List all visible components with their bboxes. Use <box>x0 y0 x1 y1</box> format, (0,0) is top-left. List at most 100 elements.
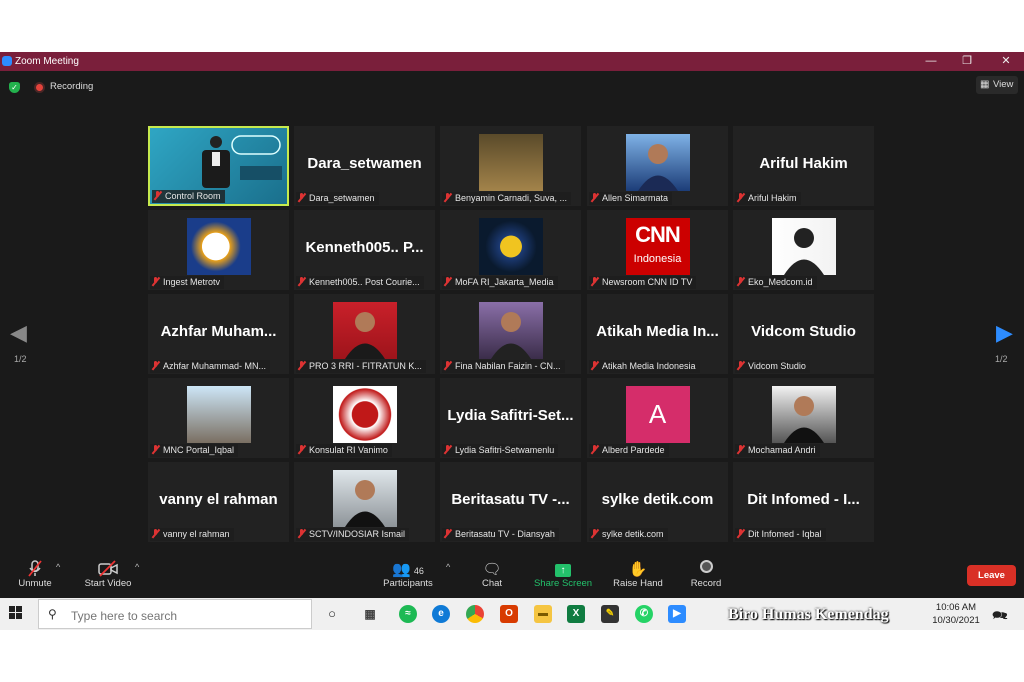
zoom-taskbar-icon[interactable]: ▶ <box>668 605 686 623</box>
participant-photo <box>186 386 251 443</box>
muted-mic-icon <box>152 277 159 286</box>
active-speaker-tile[interactable]: Control Room <box>148 126 289 206</box>
view-button[interactable]: ▦ View <box>976 76 1018 94</box>
participant-tile[interactable]: Dit Infomed - I... Dit Infomed - Iqbal <box>733 462 874 542</box>
participant-tile[interactable]: CNN Indonesia Newsroom CNN ID TV <box>587 210 728 290</box>
participant-name-display: Beritasatu TV -... <box>451 491 570 508</box>
video-options-chevron-icon[interactable]: ^ <box>135 562 139 572</box>
cortana-icon[interactable]: ○ <box>323 605 341 623</box>
windows-start-icon[interactable] <box>9 606 23 620</box>
participant-name-label: Alberd Pardede <box>589 444 669 457</box>
participant-photo <box>625 134 690 191</box>
chrome-icon[interactable] <box>466 605 484 623</box>
muted-mic-icon <box>737 361 744 370</box>
edge-icon[interactable]: e <box>432 605 450 623</box>
unmute-button[interactable]: Unmute <box>14 560 56 589</box>
participant-name-label: Lydia Safitri-Setwamenlu <box>442 444 559 457</box>
participant-name-display: Ariful Hakim <box>759 155 848 172</box>
participant-tile[interactable]: Azhfar Muham... Azhfar Muhammad- MN... <box>148 294 289 374</box>
participant-photo <box>332 302 397 359</box>
participant-name-label: Control Room <box>152 190 225 203</box>
participant-tile[interactable]: Allen Simarmata <box>587 126 728 206</box>
participant-tile[interactable]: Ariful Hakim Ariful Hakim <box>733 126 874 206</box>
file-explorer-icon[interactable]: ▬ <box>534 605 552 623</box>
leave-button[interactable]: Leave <box>967 565 1016 586</box>
participant-name-display: Lydia Safitri-Set... <box>447 407 574 424</box>
participant-tile[interactable]: Konsulat RI Vanimo <box>294 378 435 458</box>
participant-name-label: Vidcom Studio <box>735 360 810 373</box>
participant-photo <box>186 218 251 275</box>
taskbar-search-box[interactable]: ⚲ <box>38 599 312 629</box>
avatar: A <box>625 386 690 443</box>
participant-tile[interactable]: PRO 3 RRI - FITRATUN K... <box>294 294 435 374</box>
record-button[interactable]: Record <box>686 560 726 589</box>
next-page-icon[interactable]: ▶ <box>996 320 1013 346</box>
previous-page-icon[interactable]: ◀ <box>10 320 27 346</box>
participant-name-label: SCTV/INDOSIAR Ismail <box>296 528 410 541</box>
participant-tile[interactable]: Vidcom Studio Vidcom Studio <box>733 294 874 374</box>
share-screen-button[interactable]: ↑ Share Screen <box>532 560 594 589</box>
participant-name-label: Ariful Hakim <box>735 192 801 205</box>
participant-name-label: Kenneth005.. Post Courie... <box>296 276 424 289</box>
page-indicator-right: 1/2 <box>995 354 1008 364</box>
participants-options-chevron-icon[interactable]: ^ <box>446 562 450 572</box>
start-video-button[interactable]: Start Video <box>80 560 136 589</box>
chat-button[interactable]: 🗨 Chat <box>474 560 510 589</box>
participant-photo <box>771 218 836 275</box>
participant-name-label: Fina Nabilan Faizin - CN... <box>442 360 565 373</box>
participant-tile[interactable]: Eko_Medcom.id <box>733 210 874 290</box>
raise-hand-button[interactable]: ✋ Raise Hand <box>610 560 666 589</box>
participant-tile[interactable]: A Alberd Pardede <box>587 378 728 458</box>
participant-tile[interactable]: Atikah Media In... Atikah Media Indonesia <box>587 294 728 374</box>
system-clock[interactable]: 10:06 AM 10/30/2021 <box>930 601 982 627</box>
participants-button[interactable]: 👥 46 Participants <box>380 560 436 589</box>
participant-tile[interactable]: Mochamad Andri <box>733 378 874 458</box>
whatsapp-icon[interactable]: ✆ <box>635 605 653 623</box>
participant-name-display: Azhfar Muham... <box>160 323 277 340</box>
participant-photo <box>478 302 543 359</box>
audio-options-chevron-icon[interactable]: ^ <box>56 562 60 572</box>
participant-name-label: PRO 3 RRI - FITRATUN K... <box>296 360 426 373</box>
security-shield-icon[interactable]: ✓ <box>9 82 20 93</box>
participant-name-label: Ingest Metrotv <box>150 276 225 289</box>
participant-tile[interactable]: Dara_setwamen Dara_setwamen <box>294 126 435 206</box>
participant-tile[interactable]: Lydia Safitri-Set... Lydia Safitri-Setwam… <box>440 378 581 458</box>
participant-name-display: Kenneth005.. P... <box>305 239 424 256</box>
participant-name-label: Atikah Media Indonesia <box>589 360 700 373</box>
minimize-icon[interactable]: — <box>924 54 938 68</box>
zoom-logo-icon <box>2 56 12 66</box>
participant-tile[interactable]: Kenneth005.. P... Kenneth005.. Post Couri… <box>294 210 435 290</box>
participant-name-label: Eko_Medcom.id <box>735 276 817 289</box>
task-view-icon[interactable]: ▦ <box>361 605 379 623</box>
muted-mic-icon <box>737 193 744 202</box>
office-icon[interactable]: O <box>500 605 518 623</box>
grid-icon: ▦ <box>980 79 990 90</box>
window-title: Zoom Meeting <box>15 56 79 67</box>
muted-mic-icon <box>444 445 451 454</box>
restore-icon[interactable]: ❐ <box>960 54 974 68</box>
participant-photo <box>332 470 397 527</box>
participant-name-label: MNC Portal_Iqbal <box>150 444 239 457</box>
participant-tile[interactable]: vanny el rahman vanny el rahman <box>148 462 289 542</box>
participant-tile[interactable]: Ingest Metrotv <box>148 210 289 290</box>
clock-time: 10:06 AM <box>935 602 977 613</box>
close-icon[interactable]: ✕ <box>999 54 1013 68</box>
notifications-icon[interactable]: 🗪 2 <box>992 606 1014 624</box>
participant-tile[interactable]: sylke detik.com sylke detik.com <box>587 462 728 542</box>
muted-mic-icon <box>14 560 56 578</box>
participant-tile[interactable]: SCTV/INDOSIAR Ismail <box>294 462 435 542</box>
participant-tile[interactable]: Fina Nabilan Faizin - CN... <box>440 294 581 374</box>
muted-mic-icon <box>152 361 159 370</box>
participant-tile[interactable]: MoFA RI_Jakarta_Media <box>440 210 581 290</box>
participant-tile[interactable]: Beritasatu TV -... Beritasatu TV - Diansy… <box>440 462 581 542</box>
excel-icon[interactable]: X <box>567 605 585 623</box>
muted-mic-icon <box>444 529 451 538</box>
sticky-notes-icon[interactable]: ✎ <box>601 605 619 623</box>
muted-mic-icon <box>298 361 305 370</box>
muted-mic-icon <box>591 193 598 202</box>
participant-tile[interactable]: MNC Portal_Iqbal <box>148 378 289 458</box>
spotify-icon[interactable]: ≈ <box>399 605 417 623</box>
participant-name-display: Dit Infomed - I... <box>747 491 860 508</box>
search-input[interactable] <box>69 607 303 624</box>
participant-tile[interactable]: Benyamin Carnadi, Suva, ... <box>440 126 581 206</box>
